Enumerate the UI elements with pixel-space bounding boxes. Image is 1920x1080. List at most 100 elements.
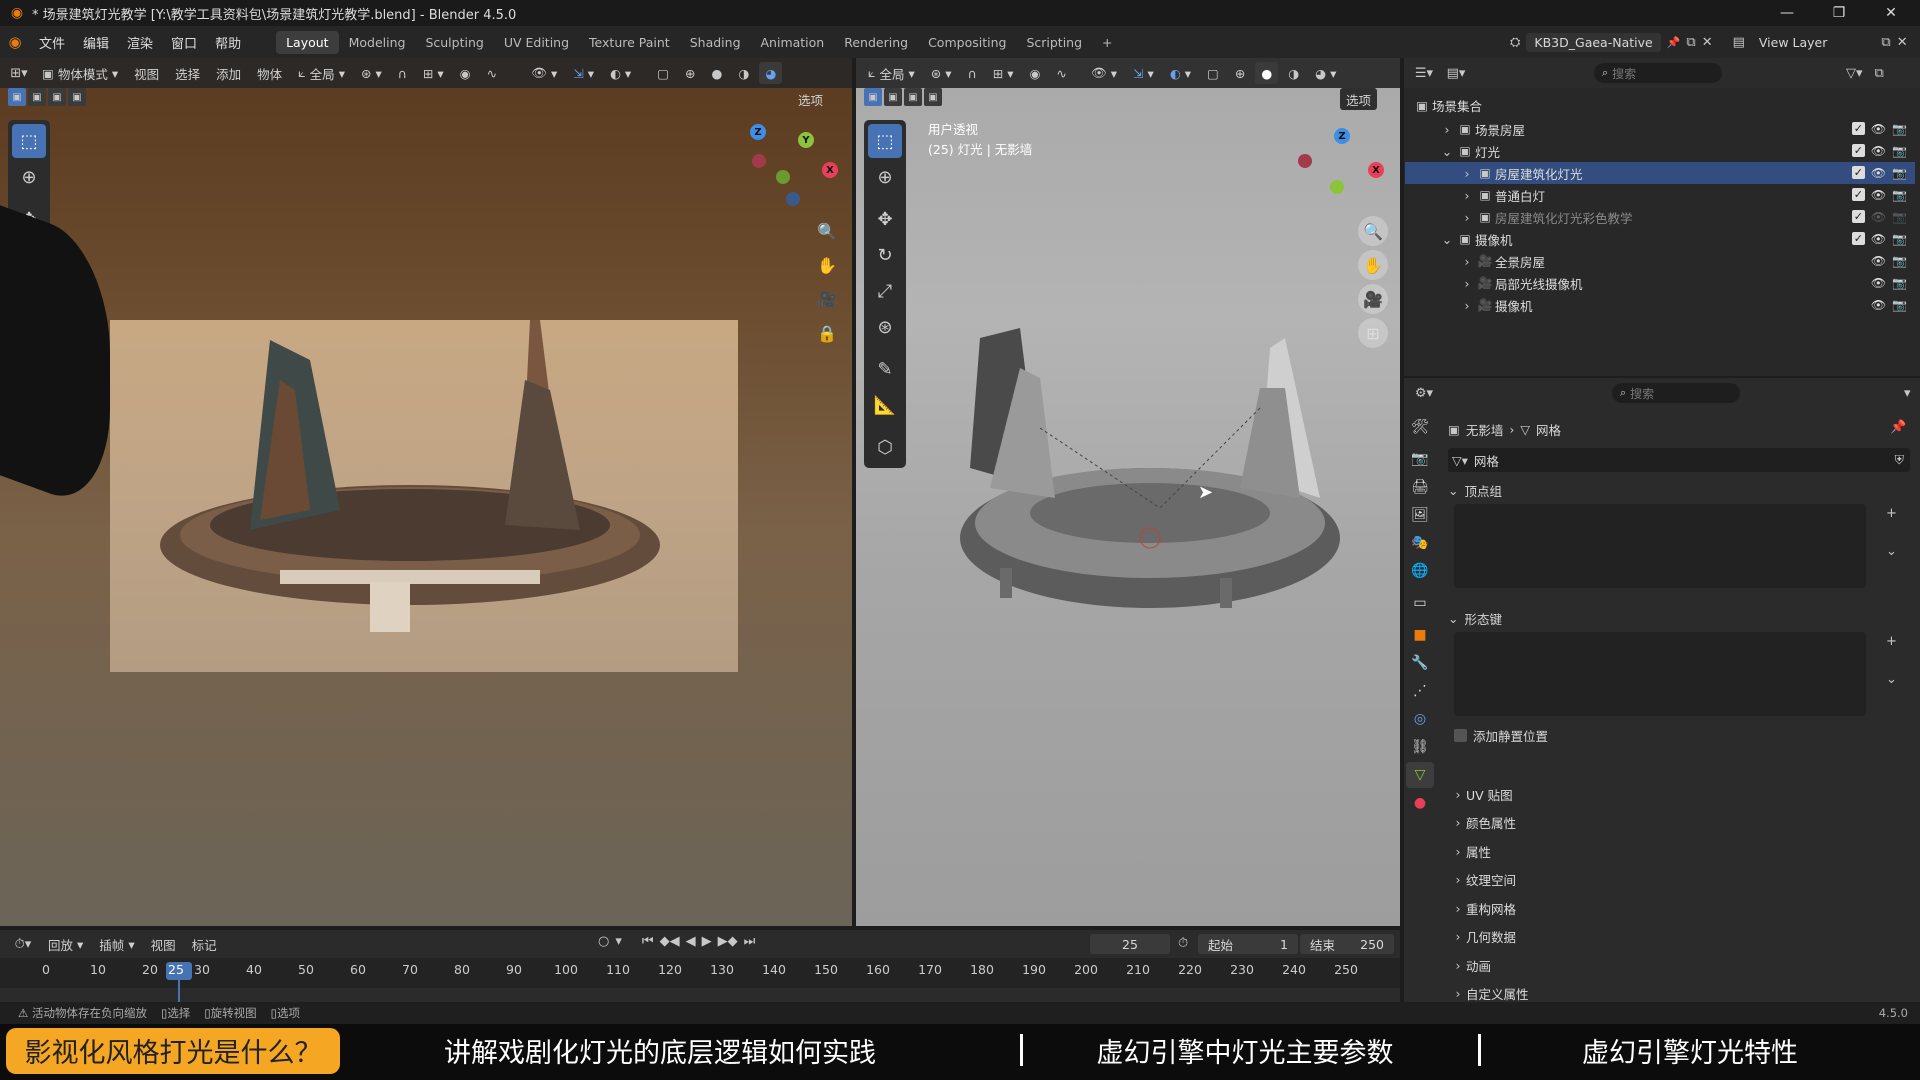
visibility-eye-icon[interactable]: 👁 [1871, 276, 1886, 290]
jump-start-icon[interactable]: ⏮ [642, 934, 654, 949]
visibility-eye-icon[interactable]: 👁 [1871, 122, 1886, 136]
timeline-editor-icon[interactable]: ⏱▾ [8, 937, 38, 952]
shading-rendered-right[interactable]: ◕ ▾ [1309, 62, 1342, 84]
move-tool[interactable]: ✥ [868, 202, 902, 236]
select-invert-icon[interactable]: ▣ [924, 88, 942, 106]
axis-neg-y-icon[interactable] [776, 170, 790, 184]
zoom-icon[interactable]: 🔍 [812, 216, 842, 246]
exclude-checkbox[interactable]: ✓ [1851, 210, 1865, 223]
outliner-editor-icon[interactable]: ☰▾ [1410, 66, 1438, 81]
chevron-right-icon[interactable]: › [1459, 276, 1475, 291]
visibility-eye-icon[interactable]: 👁 [1871, 210, 1886, 224]
select-box-tool[interactable]: ⬚ [868, 124, 902, 158]
pivot-selector-right[interactable]: ⊛ ▾ [925, 62, 958, 84]
shading-wireframe[interactable]: ⊕ [679, 62, 701, 84]
gizmo-toggle-right[interactable]: ⇲ ▾ [1127, 62, 1160, 84]
visibility-eye-icon[interactable]: 👁 [1871, 254, 1886, 268]
axis-y-icon[interactable] [1330, 180, 1344, 194]
add-rest-position-checkbox[interactable]: 添加静置位置 [1454, 724, 1548, 746]
constraints-tab-icon[interactable]: ⛓ [1406, 734, 1434, 760]
mesh-datablock[interactable]: ▽▾ 网格 ⛨ [1448, 448, 1910, 472]
scale-tool[interactable]: ⤢ [868, 274, 902, 308]
falloff[interactable]: ∿ [481, 62, 503, 84]
tab-compositing[interactable]: Compositing [918, 31, 1016, 54]
shading-material[interactable]: ◑ [732, 62, 755, 84]
prev-keyframe-icon[interactable]: ◆◀ [660, 934, 680, 949]
axis-neg-x-icon[interactable] [1298, 154, 1312, 168]
fake-user-shield-icon[interactable]: ⛨ [1895, 452, 1904, 468]
add-shape-key-icon[interactable]: + [1886, 634, 1897, 649]
exclude-checkbox[interactable]: ✓ [1851, 188, 1865, 201]
add-workspace-button[interactable]: + [1092, 31, 1122, 54]
shape-key-menu-icon[interactable]: ⌄ [1886, 672, 1897, 687]
viewport-left[interactable]: ⊞▾ ▣ 物体模式 ▾ 视图 选择 添加 物体 ⟀ 全局 ▾ ⊛ ▾ ∩ ⊞ ▾ ◉ ∿ 👁… [0, 58, 852, 926]
xray-toggle-right[interactable]: ▢ [1201, 62, 1225, 84]
collection-tab-icon[interactable]: ▭ [1406, 590, 1434, 616]
visibility-eye-icon[interactable]: 👁 [1871, 232, 1886, 246]
menu-file[interactable]: 文件 [30, 33, 74, 52]
render-camera-icon[interactable]: 📷 [1892, 254, 1907, 268]
tab-sculpting[interactable]: Sculpting [415, 31, 493, 54]
panel-collapsed-6[interactable]: › 动画 [1450, 953, 1910, 977]
camera-view-icon[interactable]: 🎥 [1358, 284, 1388, 314]
material-tab-icon[interactable]: ● [1406, 790, 1434, 816]
world-tab-icon[interactable]: 🌐 [1406, 558, 1434, 584]
visibility-eye-icon[interactable]: 👁 [1871, 166, 1886, 180]
menu-edit[interactable]: 编辑 [74, 33, 118, 52]
ortho-toggle-icon[interactable]: ⊞ [1358, 318, 1388, 348]
play-icon[interactable]: ▶ [702, 934, 712, 949]
snap-target[interactable]: ⊞ ▾ [417, 62, 450, 84]
select-new-icon[interactable]: ▣ [864, 88, 882, 106]
chevron-down-icon[interactable]: ⌄ [1439, 144, 1455, 159]
transform-orientation-right[interactable]: ⟀ 全局 ▾ [862, 62, 921, 84]
menu-select[interactable]: 选择 [169, 62, 206, 84]
pan-hand-icon[interactable]: ✋ [812, 250, 842, 280]
new-scene-icon[interactable]: ⧉ [1686, 35, 1695, 50]
tab-rendering[interactable]: Rendering [834, 31, 918, 54]
preview-range-icon[interactable]: ⏱ [1178, 936, 1188, 951]
shading-solid[interactable]: ● [705, 62, 728, 84]
panel-vertex-groups[interactable]: ⌄ 顶点组 [1448, 478, 1916, 502]
next-keyframe-icon[interactable]: ▶◆ [718, 934, 738, 949]
output-tab-icon[interactable]: 🖨 [1406, 474, 1434, 500]
rotate-tool[interactable]: ↻ [868, 238, 902, 272]
axis-z-icon[interactable]: Z [1334, 128, 1350, 144]
select-subtract-icon[interactable]: ▣ [48, 88, 66, 106]
shading-rendered[interactable]: ◕ [759, 62, 783, 84]
properties-dropdown-icon[interactable]: ▾ [1904, 386, 1911, 401]
exclude-checkbox[interactable]: ✓ [1851, 122, 1865, 135]
menu-view[interactable]: 视图 [128, 62, 165, 84]
gizmo-toggle[interactable]: ⇲ ▾ [567, 62, 600, 84]
render-camera-icon[interactable]: 📷 [1892, 144, 1907, 158]
pin-icon[interactable]: 📌 [1890, 420, 1906, 435]
menu-view[interactable]: 视图 [145, 933, 182, 955]
chevron-right-icon[interactable]: › [1459, 254, 1475, 269]
visibility-eye-icon[interactable]: 👁 [1871, 144, 1886, 158]
menu-playback[interactable]: 回放 ▾ [42, 933, 89, 955]
vertex-groups-list[interactable] [1454, 504, 1866, 588]
start-frame-field[interactable]: 起始 1 [1198, 934, 1298, 954]
panel-shape-keys[interactable]: ⌄ 形态键 [1448, 606, 1916, 630]
tab-texture-paint[interactable]: Texture Paint [579, 31, 680, 54]
display-mode-icon[interactable]: ▤▾ [1442, 66, 1470, 81]
tool-tab-icon[interactable]: 🛠 [1406, 414, 1434, 440]
panel-collapsed-0[interactable]: › UV 贴图 [1450, 782, 1910, 806]
chevron-right-icon[interactable]: › [1459, 166, 1475, 181]
options-dropdown-right[interactable]: 选项 [1340, 88, 1378, 110]
chevron-right-icon[interactable]: › [1459, 188, 1475, 203]
xray-toggle[interactable]: ▢ [651, 62, 675, 84]
render-camera-icon[interactable]: 📷 [1892, 276, 1907, 290]
tab-scripting[interactable]: Scripting [1016, 31, 1092, 54]
select-subtract-icon[interactable]: ▣ [904, 88, 922, 106]
delete-scene-icon[interactable]: ✕ [1702, 35, 1713, 50]
particles-tab-icon[interactable]: ⋰ [1406, 678, 1434, 704]
shape-keys-list[interactable] [1454, 632, 1866, 716]
cursor-tool[interactable]: ⊕ [868, 160, 902, 194]
exclude-checkbox[interactable]: ✓ [1851, 144, 1865, 157]
overlay-toggle[interactable]: ◐ ▾ [604, 62, 637, 84]
view-layer-selector[interactable]: View Layer [1751, 33, 1836, 52]
pin-icon[interactable]: 📌 [1667, 36, 1681, 49]
tab-animation[interactable]: Animation [751, 31, 835, 54]
properties-search[interactable]: ⌕ 搜索 [1612, 383, 1740, 403]
menu-keying[interactable]: 插帧 ▾ [93, 933, 140, 955]
